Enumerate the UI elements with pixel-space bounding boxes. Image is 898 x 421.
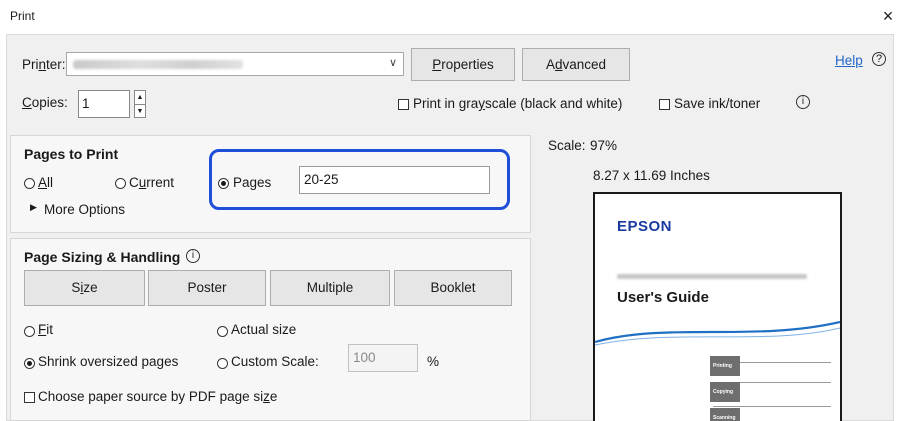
copies-input[interactable]: 1 <box>78 90 130 118</box>
index-tab: Copying <box>710 382 740 402</box>
title-bar <box>0 0 898 34</box>
all-label: All <box>38 175 54 190</box>
page-dimensions: 8.27 x 11.69 Inches <box>593 168 710 183</box>
scale-label: Scale: <box>548 138 586 153</box>
all-radio[interactable] <box>24 177 35 192</box>
info-icon[interactable]: i <box>796 95 810 109</box>
window-title: Print <box>10 9 35 23</box>
grayscale-label: Print in grayscale (black and white) <box>413 96 623 111</box>
paper-source-label: Choose paper source by PDF page size <box>38 389 278 404</box>
custom-scale-radio[interactable] <box>217 357 228 372</box>
index-tab: Scanning <box>710 408 740 421</box>
close-icon[interactable]: × <box>879 5 897 27</box>
brand-logo: EPSON <box>617 218 673 235</box>
scale-value: 97% <box>590 138 618 153</box>
printer-label: Printer: <box>22 57 66 72</box>
page-preview: EPSON User's Guide Printing Copying Scan… <box>593 192 842 421</box>
info-icon[interactable]: i <box>186 249 200 263</box>
help-question-icon[interactable]: ? <box>872 52 886 66</box>
stepper-down-icon[interactable]: ▼ <box>135 105 145 118</box>
custom-scale-input[interactable]: 100 <box>348 344 418 372</box>
printer-select[interactable]: ∨ <box>66 52 404 76</box>
blurred-subtitle <box>617 274 807 279</box>
stepper-up-icon[interactable]: ▲ <box>135 91 145 105</box>
current-label: Current <box>129 175 175 190</box>
page-sizing-title: Page Sizing & Handling <box>24 249 181 265</box>
pages-range-input[interactable]: 20-25 <box>299 166 490 194</box>
fit-label: Fit <box>38 322 53 337</box>
help-link[interactable]: Help <box>835 53 863 68</box>
pages-to-print-title: Pages to Print <box>24 146 119 162</box>
save-ink-checkbox[interactable] <box>659 98 670 113</box>
expand-triangle-icon[interactable]: ▶ <box>30 202 37 213</box>
chevron-down-icon: ∨ <box>388 57 397 69</box>
shrink-label: Shrink oversized pages <box>38 354 179 369</box>
save-ink-label: Save ink/toner <box>674 96 761 111</box>
index-tab: Printing <box>710 356 740 376</box>
tab-multiple[interactable]: Multiple <box>270 270 390 306</box>
pages-label: Pages <box>233 175 272 190</box>
actual-size-radio[interactable] <box>217 325 228 340</box>
actual-size-label: Actual size <box>231 322 297 337</box>
printer-name-blurred <box>73 60 243 69</box>
tab-booklet[interactable]: Booklet <box>394 270 512 306</box>
doc-title: User's Guide <box>617 289 709 306</box>
wave-graphic <box>595 320 840 346</box>
advanced-button[interactable]: Advanced <box>522 48 630 81</box>
properties-button[interactable]: Properties <box>411 48 515 81</box>
shrink-radio[interactable] <box>24 357 35 372</box>
tab-poster[interactable]: Poster <box>148 270 266 306</box>
pages-radio[interactable] <box>218 177 229 192</box>
copies-stepper[interactable]: ▲ ▼ <box>134 90 146 118</box>
percent-label: % <box>427 354 440 369</box>
tab-size[interactable]: Size <box>24 270 145 306</box>
custom-scale-label: Custom Scale: <box>231 354 319 369</box>
paper-source-checkbox[interactable] <box>24 391 35 406</box>
grayscale-checkbox[interactable] <box>398 98 409 113</box>
current-radio[interactable] <box>115 177 126 192</box>
fit-radio[interactable] <box>24 325 35 340</box>
copies-label: Copies: <box>22 95 68 110</box>
more-options-link[interactable]: More Options <box>44 202 125 217</box>
